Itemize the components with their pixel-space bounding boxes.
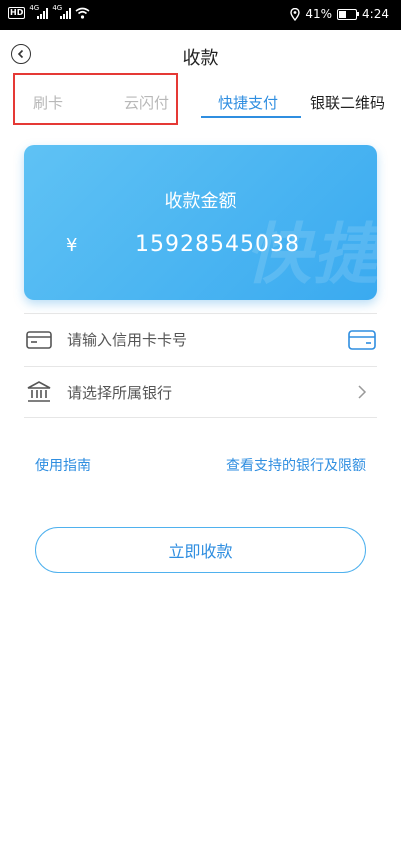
clock: 4:24 — [362, 7, 389, 21]
supported-banks-link[interactable]: 查看支持的银行及限额 — [226, 455, 366, 475]
card-number-input[interactable]: 请输入信用卡卡号 — [67, 329, 347, 350]
card-number-row[interactable]: 请输入信用卡卡号 — [24, 313, 377, 365]
currency-symbol: ¥ — [66, 235, 78, 256]
network-type-label: 4G — [29, 4, 40, 12]
amount-card: 快捷 收款金额 ¥ 15928545038 — [24, 145, 377, 300]
chevron-right-icon — [347, 380, 377, 404]
scan-card-icon[interactable] — [347, 328, 377, 352]
guide-link[interactable]: 使用指南 — [35, 455, 91, 475]
status-right: 41% 4:24 — [290, 7, 389, 21]
status-bar: HD 4G 4G 41% 4:24 — [0, 0, 401, 30]
wifi-icon — [75, 7, 90, 19]
collect-now-button[interactable]: 立即收款 — [35, 527, 366, 573]
hd-badge: HD — [8, 7, 26, 19]
highlight-box — [13, 73, 178, 125]
page-title: 收款 — [182, 48, 219, 69]
location-icon — [290, 7, 301, 21]
credit-card-icon — [25, 328, 53, 352]
tab-unionpay-qr[interactable]: 银联二维码 — [310, 92, 385, 113]
bank-icon — [25, 380, 53, 404]
bank-select-input[interactable]: 请选择所属银行 — [67, 382, 347, 403]
battery-icon — [337, 8, 360, 20]
signal-icon: 4G — [29, 4, 49, 19]
amount-value[interactable]: 15928545038 — [135, 232, 300, 257]
network-type-label: 4G — [52, 4, 63, 12]
battery-percent: 41% — [305, 7, 333, 21]
bank-select-row[interactable]: 请选择所属银行 — [24, 366, 377, 418]
amount-label: 收款金额 — [164, 191, 237, 212]
active-tab-indicator — [201, 116, 301, 118]
status-left: HD 4G 4G — [8, 4, 90, 19]
signal-icon: 4G — [52, 4, 72, 19]
tab-quick-payment[interactable]: 快捷支付 — [218, 92, 278, 113]
